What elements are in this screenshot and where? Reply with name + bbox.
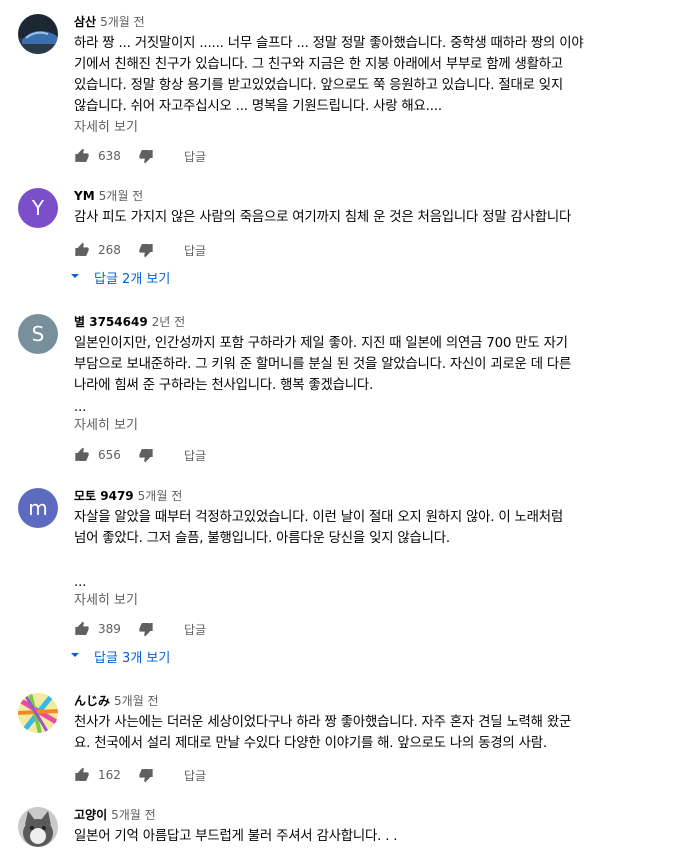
view-replies-button[interactable]: 답글 3개 보기 [70,646,170,666]
comment-time[interactable]: 2년 전 [152,315,186,329]
comment-text: 자살을 알았을 때부터 걱정하고있었습니다. 이런 날이 절대 오지 원하지 않… [74,510,564,546]
comment-text: 하라 짱 ... 거짓말이지 ...... 너무 슬프다 ... 정말 정말 좋… [74,36,584,114]
comment-author[interactable]: 고양이 [74,808,107,822]
comment-header: 고양이 5개월 전 [74,807,672,823]
comment-author[interactable]: 별 3754649 [74,315,148,329]
thumb-up-icon[interactable] [74,148,90,164]
chevron-down-icon [70,270,80,285]
like-count: 638 [98,149,121,163]
comment-time[interactable]: 5개월 전 [138,489,183,503]
thumb-down-icon[interactable] [138,621,154,637]
like-count: 268 [98,243,121,257]
thumb-up-icon[interactable] [74,242,90,258]
thumb-down-icon[interactable] [138,148,154,164]
read-more-button[interactable]: 자세히 보기 [74,592,672,610]
chevron-down-icon [70,649,80,664]
avatar[interactable]: S [18,314,58,354]
comment-actions: 162 답글 [74,765,206,785]
thumb-up-icon[interactable] [74,621,90,637]
avatar[interactable] [18,693,58,733]
read-more-button[interactable]: 자세히 보기 [74,119,672,137]
comment-author[interactable]: 삼산 [74,15,96,29]
avatar[interactable]: m [18,488,58,528]
reply-button[interactable]: 답글 [184,621,206,638]
comment-header: YM 5개월 전 [74,188,672,204]
comment-text: 일본어 기억 아름답고 부드럽게 불러 주셔서 감사합니다. . . [74,829,398,844]
like-count: 656 [98,448,121,462]
comment-header: 모토 9479 5개월 전 [74,488,672,504]
read-more-button[interactable]: 자세히 보기 [74,417,672,435]
comment-actions: 268 답글 [74,240,206,260]
thumb-down-icon[interactable] [138,242,154,258]
comment-time[interactable]: 5개월 전 [114,694,159,708]
reply-button[interactable]: 답글 [184,447,206,464]
comment-author[interactable]: YM [74,189,95,203]
comment-text: 감사 피도 가지지 않은 사람의 죽음으로 여기까지 침체 운 것은 처음입니다… [74,210,572,225]
thumb-up-icon[interactable] [74,767,90,783]
thumb-down-icon[interactable] [138,447,154,463]
comment-actions: 656 답글 [74,445,206,465]
reply-button[interactable]: 답글 [184,767,206,784]
like-count: 162 [98,768,121,782]
comment-time[interactable]: 5개월 전 [99,189,144,203]
avatar[interactable]: Y [18,188,58,228]
reply-button[interactable]: 답글 [184,242,206,259]
comment-header: 삼산 5개월 전 [74,14,672,30]
comment-header: んじみ 5개월 전 [74,693,672,709]
comment-header: 별 3754649 2년 전 [74,314,672,330]
thumb-up-icon[interactable] [74,447,90,463]
comment-time[interactable]: 5개월 전 [111,808,156,822]
thumb-down-icon[interactable] [138,767,154,783]
reply-button[interactable]: 답글 [184,148,206,165]
avatar[interactable] [18,14,58,54]
comment-time[interactable]: 5개월 전 [100,15,145,29]
like-count: 389 [98,622,121,636]
view-replies-button[interactable]: 답글 2개 보기 [70,267,170,287]
truncation-ellipsis: ... [74,575,87,590]
comment-text: 일본인이지만, 인간성까지 포함 구하라가 제일 좋아. 지진 때 일본에 의연… [74,336,572,393]
avatar[interactable] [18,807,58,847]
comment-actions: 638 답글 [74,146,206,166]
comment-author[interactable]: んじみ [74,694,110,708]
comment-text: 천사가 사는에는 더러운 세상이었다구나 하라 짱 좋아했습니다. 자주 혼자 … [74,715,572,751]
comment-actions: 389 답글 [74,619,206,639]
comment-author[interactable]: 모토 9479 [74,489,134,503]
truncation-ellipsis: ... [74,400,87,415]
